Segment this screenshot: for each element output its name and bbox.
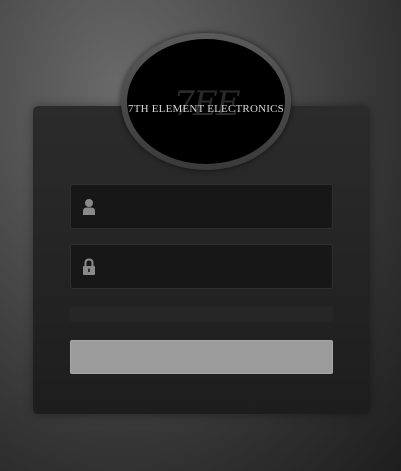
- logo-badge: 7EE 7TH ELEMENT ELECTRONICS: [121, 33, 291, 170]
- password-field[interactable]: [70, 244, 333, 289]
- login-button[interactable]: [70, 340, 333, 374]
- lock-icon: [82, 258, 96, 276]
- brand-name: 7TH ELEMENT ELECTRONICS: [128, 103, 284, 115]
- logo: 7EE 7TH ELEMENT ELECTRONICS: [127, 39, 285, 164]
- remember-row: [70, 306, 333, 322]
- password-input[interactable]: [109, 245, 324, 288]
- username-field[interactable]: [70, 184, 333, 229]
- user-icon: [82, 198, 96, 216]
- username-input[interactable]: [109, 185, 324, 228]
